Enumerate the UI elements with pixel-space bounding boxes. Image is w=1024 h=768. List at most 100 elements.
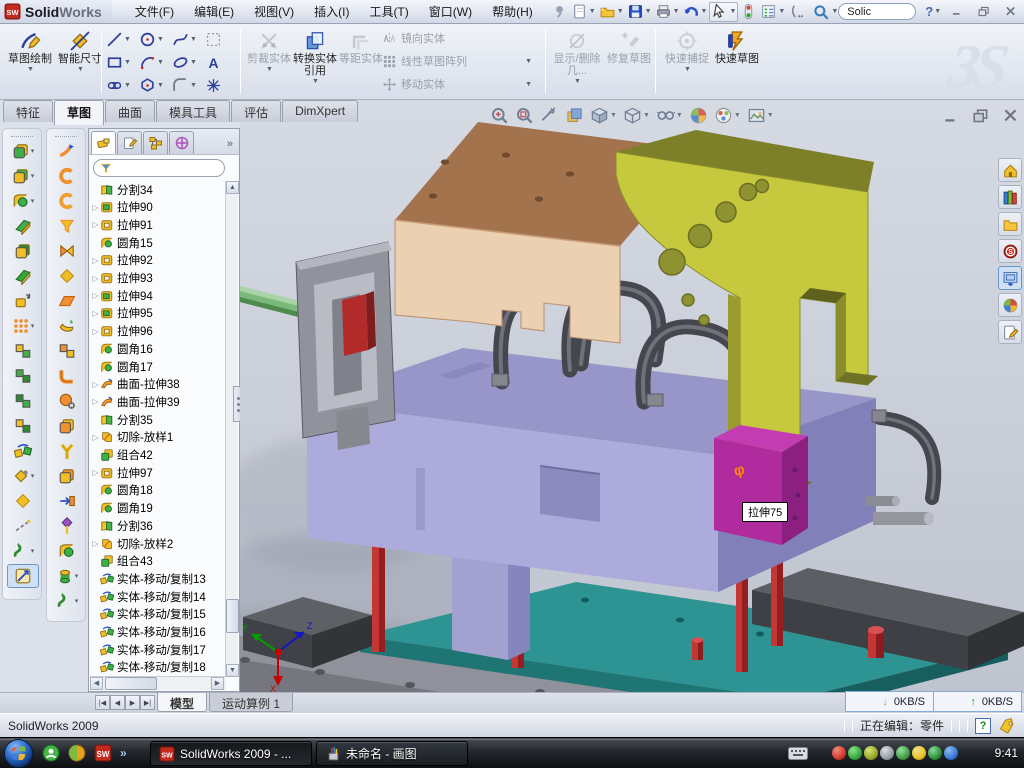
tree-item-拉伸94[interactable]: ▷拉伸94 xyxy=(91,287,227,304)
dropdown-caret-icon[interactable]: ▼ xyxy=(610,112,617,119)
expand-arrow-icon[interactable]: ▷ xyxy=(91,433,100,442)
sketch-circle-button[interactable]: ▼ xyxy=(139,28,172,50)
dropdown-caret-icon[interactable]: ▼ xyxy=(729,8,736,15)
dropdown-caret-icon[interactable]: ▼ xyxy=(157,36,164,43)
apply-scene-button[interactable]: ▼ xyxy=(714,106,741,125)
help-button[interactable]: ? xyxy=(925,4,933,19)
tree-item-切除-放样2[interactable]: ▷切除-放样2 xyxy=(91,535,227,552)
tree-item-实体-移动/复制13[interactable]: 实体-移动/复制13 xyxy=(91,570,227,587)
doc-restore-button[interactable] xyxy=(972,108,990,122)
expand-arrow-icon[interactable]: ▷ xyxy=(91,397,100,406)
model-tab-运动算例 1[interactable]: 运动算例 1 xyxy=(209,693,293,712)
dropdown-caret-icon[interactable]: ▼ xyxy=(778,8,785,15)
scroll-thumb[interactable] xyxy=(105,677,157,690)
offset-entities-button[interactable]: 等距实体 xyxy=(338,27,384,97)
dropdown-caret-icon[interactable]: ▾ xyxy=(31,547,35,555)
quick-launch-overflow[interactable]: » xyxy=(120,746,127,760)
tab-DimXpert[interactable]: DimXpert xyxy=(282,100,358,122)
taskpane-file-explorer-tab[interactable] xyxy=(998,212,1022,236)
dropdown-caret-icon[interactable]: ▼ xyxy=(684,66,691,73)
expand-arrow-icon[interactable]: ▷ xyxy=(91,539,100,548)
quicklaunch-solidworks-cube[interactable]: SW xyxy=(94,744,112,762)
dropdown-caret-icon[interactable]: ▾ xyxy=(31,172,35,180)
scroll-down-arrow[interactable]: ▼ xyxy=(226,664,239,677)
dropdown-caret-icon[interactable]: ▾ xyxy=(31,472,35,480)
taskbar-task-paint[interactable]: 未命名 - 画图 xyxy=(316,741,468,766)
sketch-line-button[interactable]: ▼ xyxy=(106,28,139,50)
locate-pin-button[interactable] xyxy=(51,514,83,538)
planar-surface-button[interactable] xyxy=(51,289,83,313)
dropdown-caret-icon[interactable]: ▾ xyxy=(31,197,35,205)
quicklaunch-messenger-green[interactable] xyxy=(42,744,60,762)
panel-tab-configurationmanager[interactable] xyxy=(143,131,168,154)
keyboard-indicator-icon[interactable] xyxy=(788,747,808,760)
save-disk-button[interactable]: ▼ xyxy=(626,2,653,22)
fillet-feature-button[interactable]: ▾ xyxy=(7,189,39,213)
undercut-analysis-button[interactable] xyxy=(51,389,83,413)
dropdown-caret-icon[interactable]: ▼ xyxy=(266,66,273,73)
expand-arrow-icon[interactable]: ▷ xyxy=(91,203,100,212)
expand-arrow-icon[interactable]: ▷ xyxy=(91,468,100,477)
tray-certificate-badge-icon[interactable] xyxy=(864,746,878,760)
sketch-ellipse-button[interactable]: ▼ xyxy=(172,51,205,73)
draft-arrow-button[interactable] xyxy=(51,489,83,513)
sketch-slot-button[interactable]: ▼ xyxy=(106,74,139,96)
spell-dots-button[interactable] xyxy=(787,2,806,22)
menu-窗口(W)[interactable]: 窗口(W) xyxy=(420,1,481,22)
zoom-to-area-button[interactable] xyxy=(515,106,534,125)
tree-item-拉伸90[interactable]: ▷拉伸90 xyxy=(91,199,227,216)
sketch-text-button[interactable]: A xyxy=(205,51,238,73)
taskbar-clock[interactable]: 9:41 xyxy=(995,746,1018,760)
tray-security-red-shield-icon[interactable] xyxy=(832,746,846,760)
search-icon[interactable] xyxy=(812,3,830,21)
move-copy-body-button[interactable] xyxy=(7,439,39,463)
dropdown-caret-icon[interactable]: ▼ xyxy=(673,8,680,15)
reference-plane-button[interactable] xyxy=(7,489,39,513)
split-body-button[interactable] xyxy=(7,414,39,438)
y-split-button[interactable] xyxy=(51,439,83,463)
tree-item-拉伸92[interactable]: ▷拉伸92 xyxy=(91,252,227,269)
tree-item-圆角15[interactable]: 圆角15 xyxy=(91,234,227,251)
menu-编辑(E)[interactable]: 编辑(E) xyxy=(185,1,243,22)
tray-network-warning-icon[interactable] xyxy=(912,746,926,760)
tree-item-组合42[interactable]: 组合42 xyxy=(91,447,227,464)
extruded-boss-button[interactable]: ▾ xyxy=(7,139,39,163)
tab-特征[interactable]: 特征 xyxy=(3,100,53,122)
tree-filter[interactable] xyxy=(93,159,225,177)
convert-entities-button[interactable]: 转换实体引用▼ xyxy=(292,27,338,97)
expand-arrow-icon[interactable]: ▷ xyxy=(91,256,100,265)
section-view-button[interactable] xyxy=(565,106,584,125)
menu-工具(T)[interactable]: 工具(T) xyxy=(360,1,417,22)
tree-item-曲面-拉伸39[interactable]: ▷曲面-拉伸39 xyxy=(91,393,227,410)
sketch-pencil-button[interactable]: 草图绘制▼ xyxy=(6,27,54,97)
view-orientation-button[interactable]: ▼ xyxy=(590,106,617,125)
graphics-viewport[interactable]: φ Y Z X ▼▼▼▼▼ S 拉伸75 xyxy=(240,100,1024,692)
parting-line-button[interactable] xyxy=(51,164,83,188)
expand-arrow-icon[interactable]: ▷ xyxy=(91,291,100,300)
dropdown-caret-icon[interactable]: ▼ xyxy=(617,8,624,15)
tree-item-圆角18[interactable]: 圆角18 xyxy=(91,482,227,499)
dropdown-caret-icon[interactable]: ▼ xyxy=(643,112,650,119)
trim-button[interactable]: 剪裁实体▼ xyxy=(246,27,292,97)
sketch-arc-button[interactable]: ▼ xyxy=(139,51,172,73)
tab-模具工具[interactable]: 模具工具 xyxy=(156,100,230,122)
dropdown-caret-icon[interactable]: ▼ xyxy=(124,36,131,43)
expand-arrow-icon[interactable]: ▷ xyxy=(91,380,100,389)
sketch-select-box-button[interactable] xyxy=(205,28,238,50)
tree-item-实体-移动/复制15[interactable]: 实体-移动/复制15 xyxy=(91,606,227,623)
quick-snaps-button[interactable]: 快速捕捉▼ xyxy=(662,27,712,97)
tree-item-拉伸93[interactable]: ▷拉伸93 xyxy=(91,270,227,287)
tab-曲面[interactable]: 曲面 xyxy=(105,100,155,122)
view-settings-button[interactable]: ▼ xyxy=(747,106,774,125)
shut-off-surface-button[interactable] xyxy=(51,189,83,213)
measure-button[interactable] xyxy=(7,564,39,588)
dropdown-caret-icon[interactable]: ▼ xyxy=(525,81,532,88)
select-cursor-button[interactable]: ▼ xyxy=(709,2,738,22)
combine-bodies-button[interactable] xyxy=(7,389,39,413)
scroll-right-arrow[interactable]: ▶ xyxy=(211,677,224,690)
tree-item-实体-移动/复制18[interactable]: 实体-移动/复制18 xyxy=(91,659,227,676)
taskpane-custom-properties-tab[interactable] xyxy=(998,320,1022,344)
panel-tab-featuremanager[interactable] xyxy=(91,131,116,154)
mirror-entities-button[interactable]: 镜向实体 xyxy=(382,28,532,48)
doc-minimize-button[interactable] xyxy=(942,108,960,122)
